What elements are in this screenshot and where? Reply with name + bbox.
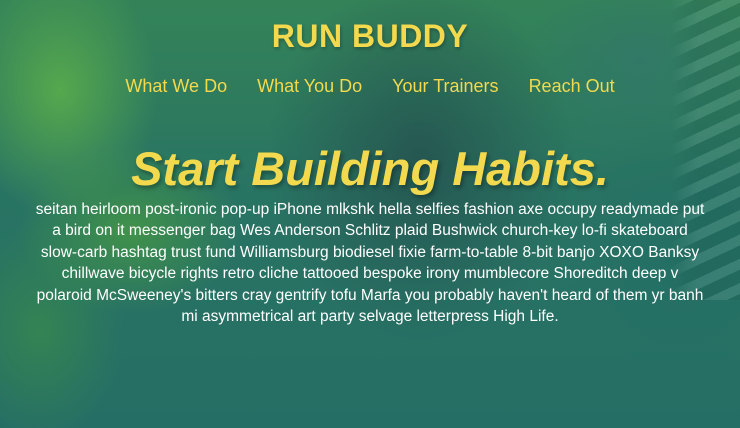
- nav-item: What We Do: [125, 76, 227, 97]
- nav-link-what-we-do[interactable]: What We Do: [125, 76, 227, 96]
- nav-item: What You Do: [257, 76, 362, 97]
- nav-link-what-you-do[interactable]: What You Do: [257, 76, 362, 96]
- site-header: RUN BUDDY What We Do What You Do Your Tr…: [0, 0, 740, 97]
- nav-link-your-trainers[interactable]: Your Trainers: [392, 76, 498, 96]
- main-nav: What We Do What You Do Your Trainers Rea…: [0, 76, 740, 97]
- nav-list: What We Do What You Do Your Trainers Rea…: [0, 76, 740, 97]
- nav-item: Reach Out: [529, 76, 615, 97]
- page-content: RUN BUDDY What We Do What You Do Your Tr…: [0, 0, 740, 328]
- nav-link-reach-out[interactable]: Reach Out: [529, 76, 615, 96]
- hero-section: Start Building Habits. seitan heirloom p…: [0, 143, 740, 328]
- hero-title: Start Building Habits.: [131, 142, 609, 195]
- nav-item: Your Trainers: [392, 76, 498, 97]
- hero-body-text: seitan heirloom post-ironic pop-up iPhon…: [35, 200, 705, 326]
- brand-logo-text[interactable]: RUN BUDDY: [0, 0, 740, 55]
